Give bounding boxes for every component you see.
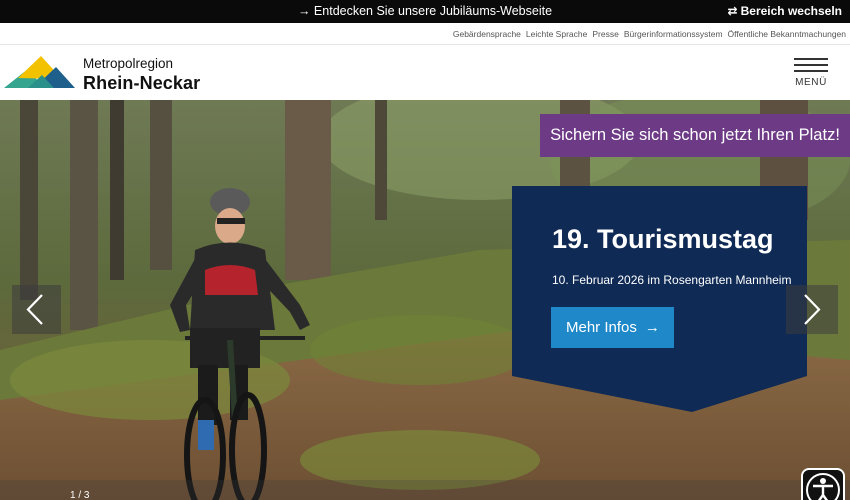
top-bar: → Entdecken Sie unsere Jubiläums-Webseit… bbox=[0, 0, 850, 23]
accessibility-button[interactable] bbox=[801, 468, 845, 500]
event-card: 19. Tourismustag 10. Februar 2026 im Ros… bbox=[512, 186, 807, 412]
utility-link-press[interactable]: Presse bbox=[592, 29, 618, 39]
brand-line-1: Metropolregion bbox=[83, 56, 174, 71]
chevron-right-icon bbox=[804, 294, 821, 325]
utility-link-announcements[interactable]: Öffentliche Bekanntmachungen bbox=[728, 29, 846, 39]
switch-area-label: Bereich wechseln bbox=[740, 4, 842, 18]
event-card-shape bbox=[512, 186, 807, 412]
event-subtitle: 10. Februar 2026 im Rosengarten Mannheim bbox=[552, 273, 792, 287]
utility-link-easy-language[interactable]: Leichte Sprache bbox=[526, 29, 587, 39]
brand-name[interactable]: Metropolregion Rhein-Neckar bbox=[83, 57, 200, 92]
menu-label: MENÜ bbox=[795, 77, 827, 88]
utility-link-citizen-info[interactable]: Bürgerinformationssystem bbox=[624, 29, 723, 39]
accessibility-person-icon bbox=[806, 473, 840, 500]
slider-next-button[interactable] bbox=[786, 285, 838, 334]
hamburger-bar bbox=[794, 70, 828, 72]
menu-button[interactable]: MENÜ bbox=[794, 58, 828, 88]
utility-nav: Gebärdensprache Leichte Sprache Presse B… bbox=[0, 23, 850, 45]
brand-logo-icon[interactable] bbox=[4, 55, 76, 91]
event-title: 19. Tourismustag bbox=[552, 224, 774, 254]
utility-link-sign-language[interactable]: Gebärdensprache bbox=[453, 29, 521, 39]
anniversary-link[interactable]: → Entdecken Sie unsere Jubiläums-Webseit… bbox=[0, 0, 850, 23]
switch-area-button[interactable]: ⇄ Bereich wechseln bbox=[728, 0, 842, 23]
arrow-right-icon: → bbox=[644, 319, 660, 336]
brand-line-2: Rhein-Neckar bbox=[83, 72, 201, 93]
hero-slider: Sichern Sie sich schon jetzt Ihren Platz… bbox=[0, 100, 850, 500]
promo-banner[interactable]: Sichern Sie sich schon jetzt Ihren Platz… bbox=[540, 114, 850, 157]
more-info-button[interactable]: Mehr Infos → bbox=[551, 307, 674, 348]
slide-counter: 1 / 3 bbox=[70, 490, 90, 500]
swap-arrows-icon: ⇄ bbox=[727, 4, 738, 18]
more-info-label: Mehr Infos bbox=[566, 319, 637, 336]
slider-prev-button[interactable] bbox=[12, 285, 61, 334]
hamburger-icon bbox=[794, 58, 828, 60]
chevron-left-icon bbox=[26, 294, 43, 325]
site-header: Metropolregion Rhein-Neckar MENÜ bbox=[0, 46, 850, 100]
hamburger-bar bbox=[794, 64, 828, 66]
